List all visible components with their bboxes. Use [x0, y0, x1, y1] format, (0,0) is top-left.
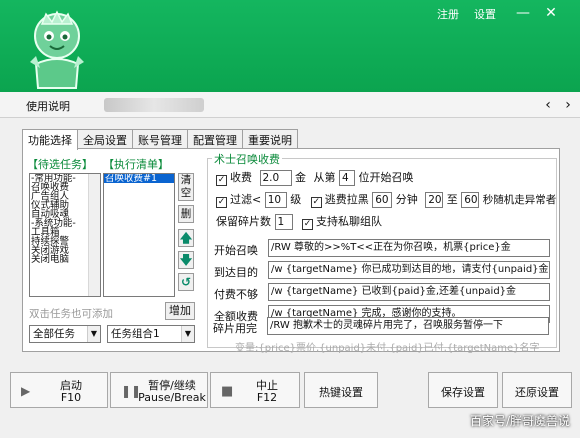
- clear-button[interactable]: 清空: [178, 173, 194, 201]
- arrow-up-icon[interactable]: 🡅: [178, 229, 194, 247]
- task-list-header: 【待选任务】: [27, 158, 93, 171]
- pause-key: Pause/Break: [138, 391, 206, 404]
- msg-underpaid-input[interactable]: /w {targetName} 已收到{paid}金,还差{unpaid}金: [268, 283, 550, 301]
- chevron-right-icon[interactable]: ›: [560, 96, 576, 114]
- tab-function-select[interactable]: 功能选择: [22, 129, 78, 150]
- runaway-label: 逃费拉黑: [324, 193, 369, 206]
- fee-label: 收费: [230, 171, 252, 184]
- filter-label: 过滤<: [230, 193, 262, 206]
- minutes-unit: 分钟: [395, 193, 418, 206]
- close-icon[interactable]: ✕: [540, 2, 562, 24]
- chevron-down-icon: ▼: [87, 326, 100, 342]
- stop-key: F12: [256, 391, 278, 404]
- fee-input[interactable]: 2.0: [259, 170, 292, 186]
- clear-label: 清空: [180, 174, 192, 199]
- tab-panel-function-select: 【待选任务】 【执行清单】 -常用功能- 召唤收费 广告组人 仪式辅助 自动吸魂…: [22, 148, 560, 354]
- msg-underpaid-label: 付费不够: [214, 288, 258, 301]
- tab-global-settings[interactable]: 全局设置: [77, 129, 133, 149]
- private-chat-label: 支持私聊组队: [316, 215, 382, 228]
- fee-row: ✓ 收费 2.0 金 从第 4 位开始召唤: [216, 169, 414, 187]
- nav-bar: 使用说明 ‹ ›: [0, 92, 580, 118]
- range-suffix: 秒随机走异常者: [482, 194, 557, 206]
- task-filter-select[interactable]: 全部任务 ▼: [29, 325, 101, 343]
- task-group-value: 任务组合1: [111, 328, 160, 340]
- range-to-label: 至: [446, 193, 458, 206]
- range-from-input[interactable]: 20: [425, 192, 444, 208]
- filter-row: ✓ 过滤< 10 级 ✓ 逃费拉黑 60 分钟 20 至 60 秒随机走异常者: [216, 191, 556, 209]
- restore-settings-button[interactable]: 还原设置: [502, 372, 572, 408]
- fragments-row: 保留碎片数 1 ✓ 支持私聊组队: [216, 213, 382, 231]
- variables-hint: 变量:{price}票价,{unpaid}未付,{paid}已付,{target…: [235, 343, 540, 354]
- task-group-select[interactable]: 任务组合1 ▼: [107, 325, 195, 343]
- filter-checkbox[interactable]: ✓: [216, 197, 227, 208]
- private-chat-checkbox[interactable]: ✓: [302, 219, 313, 230]
- stop-icon: ■: [221, 384, 234, 399]
- msg-fragments-input[interactable]: /RW 抱歉术士的灵魂碎片用完了，召唤服务暂停一下: [267, 317, 549, 335]
- tab-bar: 功能选择 全局设置 账号管理 配置管理 重要说明: [22, 129, 298, 150]
- chevron-down-icon: ▼: [181, 326, 194, 342]
- exec-list-header: 【执行清单】: [103, 158, 169, 171]
- delete-button[interactable]: 删: [178, 205, 194, 223]
- position-input[interactable]: 4: [339, 170, 355, 186]
- tab-important-notes[interactable]: 重要说明: [242, 129, 298, 149]
- blurred-text: [104, 98, 204, 112]
- minutes-input[interactable]: 60: [372, 192, 393, 208]
- watermark: 百家号/胖哥魔兽说: [469, 414, 570, 428]
- app-header: 注册 设置 — ✕: [0, 0, 580, 92]
- position-suffix: 位开始召唤: [358, 171, 414, 184]
- msg-start-input[interactable]: /RW 尊敬的>>%T<<正在为你召唤，机票{price}金: [268, 239, 550, 257]
- tab-account-management[interactable]: 账号管理: [132, 129, 188, 149]
- task-listbox[interactable]: -常用功能- 召唤收费 广告组人 仪式辅助 自动吸魂 -系统功能- 工具箱 持续…: [29, 173, 101, 297]
- runaway-checkbox[interactable]: ✓: [310, 197, 322, 208]
- task-list-scrollbar[interactable]: [88, 174, 100, 296]
- from-label: 从第: [313, 171, 336, 184]
- fragments-label: 保留碎片数: [216, 215, 271, 228]
- task-filter-value: 全部任务: [33, 328, 75, 340]
- hotkey-settings-button[interactable]: 热键设置: [304, 372, 378, 408]
- summon-group-title: 术士召唤收费: [212, 151, 282, 167]
- level-input[interactable]: 10: [264, 192, 287, 208]
- arrow-down-icon[interactable]: 🡇: [178, 251, 194, 269]
- help-link[interactable]: 使用说明: [26, 98, 70, 114]
- range-to-input[interactable]: 60: [461, 192, 480, 208]
- msg-arrive-input[interactable]: /w {targetName} 你已成功到达目的地，请支付{unpaid}金: [268, 261, 550, 279]
- play-icon: ▶: [21, 384, 31, 398]
- settings-button[interactable]: 设置: [474, 6, 496, 22]
- pause-button[interactable]: ❚❚ 暂停/继续 Pause/Break: [110, 372, 208, 408]
- fragments-input[interactable]: 1: [274, 214, 293, 230]
- save-label: 保存设置: [441, 386, 485, 399]
- fee-unit: 金: [295, 171, 306, 184]
- mascot-logo-icon: [30, 10, 84, 89]
- restore-label: 还原设置: [515, 386, 559, 399]
- msg-start-label: 开始召唤: [214, 244, 258, 257]
- msg-fragments-label: 碎片用完: [213, 322, 257, 335]
- msg-arrive-label: 到达目的: [214, 266, 258, 279]
- minimize-icon[interactable]: —: [512, 2, 534, 24]
- stop-button[interactable]: ■ 中止 F12: [210, 372, 300, 408]
- loop-icon[interactable]: ↺: [178, 273, 194, 291]
- chevron-left-icon[interactable]: ‹: [540, 96, 556, 114]
- delete-label: 删: [180, 208, 192, 220]
- tab-config-management[interactable]: 配置管理: [187, 129, 243, 149]
- add-button[interactable]: 增加: [165, 302, 195, 320]
- save-settings-button[interactable]: 保存设置: [428, 372, 498, 408]
- level-unit: 级: [290, 193, 302, 206]
- start-key: F10: [60, 391, 82, 404]
- register-button[interactable]: 注册: [437, 6, 459, 22]
- exec-listbox[interactable]: 召唤收费#1: [103, 173, 175, 297]
- list-item[interactable]: 召唤收费#1: [104, 174, 174, 183]
- fee-checkbox[interactable]: ✓: [216, 175, 227, 186]
- start-button[interactable]: ▶ 启动 F10: [10, 372, 108, 408]
- add-hint: 双击任务也可添加: [29, 308, 113, 320]
- hotkey-label: 热键设置: [319, 386, 363, 399]
